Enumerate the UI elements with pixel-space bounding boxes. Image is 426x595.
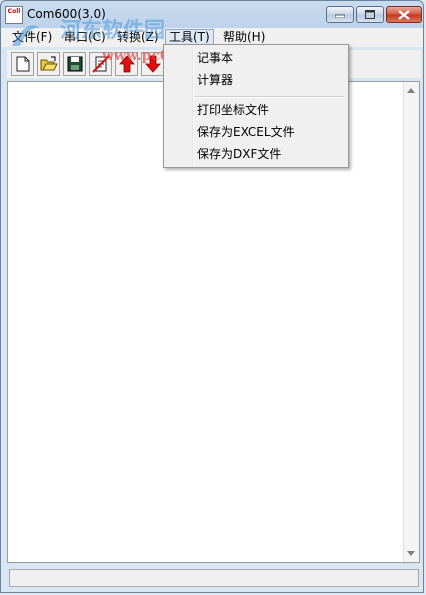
maximize-icon [365,10,375,19]
close-button[interactable] [386,6,422,23]
app-icon[interactable]: Coll [5,6,23,24]
clear-icon [91,55,110,73]
scroll-down-icon[interactable] [407,551,415,556]
download-button[interactable] [141,52,164,76]
minimize-button[interactable] [326,6,354,23]
menu-item-notepad[interactable]: 记事本 [197,49,233,67]
new-file-icon [16,56,29,72]
tools-dropdown-menu: 记事本 计算器 打印坐标文件 保存为EXCEL文件 保存为DXF文件 [163,44,349,168]
open-folder-icon [40,56,58,71]
save-disk-icon [67,56,82,72]
menu-convert[interactable]: 转换(Z) [114,29,162,46]
menu-separator [194,96,344,98]
upload-button[interactable] [115,52,138,76]
vertical-scrollbar[interactable] [403,82,419,562]
menu-item-calculator[interactable]: 计算器 [197,71,233,89]
window-title: Com600(3.0) [27,7,106,21]
menu-file[interactable]: 文件(F) [9,29,55,46]
menu-gutter [192,47,194,165]
menu-item-save-excel[interactable]: 保存为EXCEL文件 [197,123,295,141]
clear-button[interactable] [89,52,112,76]
menu-item-save-dxf[interactable]: 保存为DXF文件 [197,145,281,163]
upload-arrow-icon [118,55,135,73]
download-arrow-icon [144,55,161,73]
save-button[interactable] [63,52,86,76]
maximize-button[interactable] [356,6,384,23]
new-file-button[interactable] [11,52,34,76]
open-file-button[interactable] [37,52,60,76]
minimize-icon [335,14,345,18]
scroll-up-icon[interactable] [407,88,415,93]
close-icon [398,9,410,20]
title-bar[interactable]: Coll Com600(3.0) [1,1,423,28]
status-bar [9,569,419,587]
menu-serial-port[interactable]: 串口(C) [61,29,109,46]
menu-item-print-coordinates[interactable]: 打印坐标文件 [197,101,269,119]
